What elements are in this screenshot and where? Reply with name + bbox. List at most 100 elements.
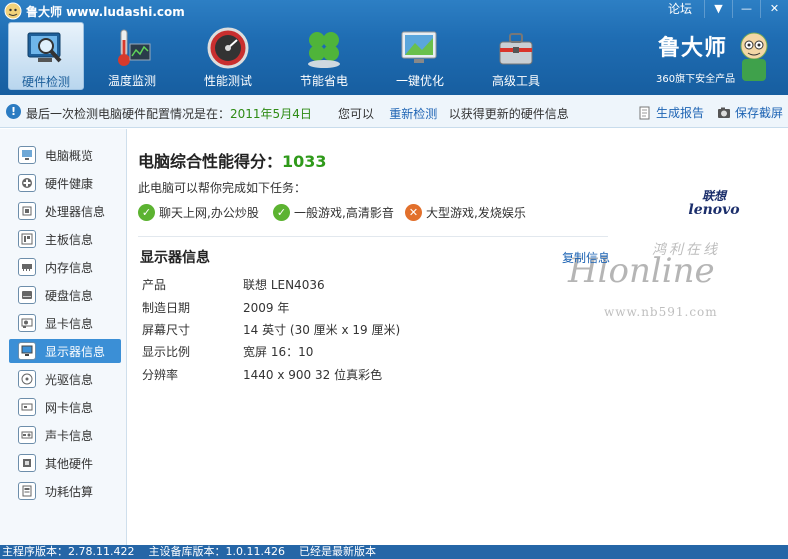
report-label: 生成报告 bbox=[656, 106, 705, 120]
vendor-logo-en: lenovo bbox=[688, 202, 740, 218]
sidebar-item-label: 显示器信息 bbox=[45, 344, 106, 359]
sidebar-item-label: 处理器信息 bbox=[45, 204, 106, 219]
sidebar-item-motherboard[interactable]: 主板信息 bbox=[9, 227, 121, 251]
speedometer-icon bbox=[207, 27, 249, 69]
main-nav-tabs: 硬件检测 温度监测 性能测试 节能省电 一键优化 高级工具 bbox=[8, 22, 564, 92]
info-row: 分辨率 1440 x 900 32 位真彩色 bbox=[142, 366, 382, 383]
toolbox-icon bbox=[499, 33, 533, 65]
tasks-caption: 此电脑可以帮你完成如下任务： bbox=[138, 181, 307, 195]
camera-icon bbox=[718, 107, 730, 118]
tab-power-saving[interactable]: 节能省电 bbox=[276, 22, 372, 90]
disk-icon bbox=[18, 286, 36, 304]
task-item: ✓ 一般游戏,高清影音 bbox=[273, 204, 394, 221]
main-panel: 电脑综合性能得分：1033 此电脑可以帮你完成如下任务： ✓ 聊天上网,办公炒股… bbox=[128, 129, 788, 545]
top-toolbar: 鲁大师 www.ludashi.com 论坛 ▼ — ✕ 硬件检测 温度监测 性… bbox=[0, 0, 788, 95]
save-screenshot-label: 保存截屏 bbox=[735, 106, 784, 120]
app-logo-icon bbox=[4, 2, 22, 20]
tab-hardware-detect[interactable]: 硬件检测 bbox=[8, 22, 84, 90]
info-icon: ! bbox=[6, 104, 21, 119]
save-screenshot-button[interactable]: 保存截屏 bbox=[717, 104, 783, 121]
check-icon: ✓ bbox=[138, 204, 155, 221]
sidebar-item-network[interactable]: 网卡信息 bbox=[9, 395, 121, 419]
db-version: 主设备库版本：1.0.11.426 bbox=[148, 545, 285, 558]
score-value: 1033 bbox=[282, 152, 327, 171]
info-key: 显示比例 bbox=[142, 345, 191, 359]
motherboard-icon bbox=[18, 230, 36, 248]
gpu-icon bbox=[18, 314, 36, 332]
info-value: 宽屏 16：10 bbox=[243, 345, 314, 359]
sidebar-item-sound[interactable]: 声卡信息 bbox=[9, 423, 121, 447]
last-detect-label: 最后一次检测电脑硬件配置情况是在： bbox=[26, 107, 231, 121]
tab-label: 温度监测 bbox=[107, 74, 156, 88]
close-button[interactable]: ✕ bbox=[760, 0, 788, 18]
report-icon bbox=[639, 106, 650, 119]
tab-label: 一键优化 bbox=[395, 74, 444, 88]
sidebar-item-cpu[interactable]: 处理器信息 bbox=[9, 199, 121, 223]
tab-temperature[interactable]: 温度监测 bbox=[84, 22, 180, 90]
sidebar-item-memory[interactable]: 内存信息 bbox=[9, 255, 121, 279]
tab-performance-test[interactable]: 性能测试 bbox=[180, 22, 276, 90]
watermark-url: www.nb591.com bbox=[604, 305, 718, 319]
check-icon: ✓ bbox=[273, 204, 290, 221]
hint-suffix: 以获得更新的硬件信息 bbox=[448, 107, 569, 121]
memory-icon bbox=[18, 258, 36, 276]
monitor-magnifier-icon bbox=[27, 32, 62, 63]
sidebar-item-label: 其他硬件 bbox=[45, 456, 94, 471]
sidebar-item-label: 网卡信息 bbox=[45, 400, 94, 415]
info-key: 制造日期 bbox=[142, 301, 191, 315]
minimize-button[interactable]: — bbox=[732, 0, 760, 18]
tab-label: 高级工具 bbox=[491, 74, 540, 88]
optimize-screen-icon bbox=[401, 31, 437, 63]
info-value: 1440 x 900 32 位真彩色 bbox=[243, 368, 383, 382]
network-card-icon bbox=[18, 398, 36, 416]
info-value: 2009 年 bbox=[243, 301, 290, 315]
tab-label: 性能测试 bbox=[203, 74, 252, 88]
sidebar-item-monitor[interactable]: 显示器信息 bbox=[9, 339, 121, 363]
info-key: 产品 bbox=[142, 278, 167, 292]
info-value: 联想 LEN4036 bbox=[243, 278, 325, 292]
sidebar-item-power[interactable]: 功耗估算 bbox=[9, 479, 121, 503]
info-value: 14 英寸 (30 厘米 x 19 厘米) bbox=[243, 323, 401, 337]
main-version: 主程序版本：2.78.11.422 bbox=[2, 545, 135, 558]
tab-label: 节能省电 bbox=[299, 74, 348, 88]
sidebar-item-label: 硬盘信息 bbox=[45, 288, 94, 303]
sidebar-item-label: 功耗估算 bbox=[45, 484, 94, 499]
info-bar: ! 最后一次检测电脑硬件配置情况是在：2011年5月4日 您可以 重新检测 以获… bbox=[0, 95, 788, 128]
tab-advanced-tools[interactable]: 高级工具 bbox=[468, 22, 564, 90]
computer-icon bbox=[18, 146, 36, 164]
forum-link[interactable]: 论坛 bbox=[668, 0, 692, 18]
sidebar-item-other[interactable]: 其他硬件 bbox=[9, 451, 121, 475]
task-label: 大型游戏,发烧娱乐 bbox=[426, 206, 526, 220]
redetect-link[interactable]: 重新检测 bbox=[389, 107, 437, 121]
menu-dropdown-button[interactable]: ▼ bbox=[704, 0, 732, 18]
copy-info-link[interactable]: 复制信息 bbox=[562, 249, 610, 266]
status-bar: 主程序版本：2.78.11.422 主设备库版本：1.0.11.426 已经是最新版… bbox=[0, 545, 788, 559]
brand-tagline: 360旗下安全产品 bbox=[656, 74, 736, 85]
thermometer-icon bbox=[118, 29, 151, 66]
info-row: 显示比例 宽屏 16：10 bbox=[142, 343, 313, 360]
sidebar-item-disk[interactable]: 硬盘信息 bbox=[9, 283, 121, 307]
sidebar-item-health[interactable]: 硬件健康 bbox=[9, 171, 121, 195]
info-row: 产品 联想 LEN4036 bbox=[142, 276, 325, 293]
window-controls: 论坛 ▼ — ✕ bbox=[668, 0, 788, 18]
divider bbox=[138, 236, 608, 237]
task-label: 聊天上网,办公炒股 bbox=[159, 206, 259, 220]
sidebar-item-label: 内存信息 bbox=[45, 260, 94, 275]
sidebar-item-overview[interactable]: 电脑概览 bbox=[9, 143, 121, 167]
sound-card-icon bbox=[18, 426, 36, 444]
title-bar: 鲁大师 www.ludashi.com 论坛 ▼ — ✕ bbox=[0, 0, 788, 22]
info-row: 屏幕尺寸 14 英寸 (30 厘米 x 19 厘米) bbox=[142, 321, 400, 338]
sidebar-item-gpu[interactable]: 显卡信息 bbox=[9, 311, 121, 335]
task-item: ✓ 聊天上网,办公炒股 bbox=[138, 204, 259, 221]
watermark: 鸿利在线 Hlonline www.nb591.com bbox=[564, 233, 788, 331]
score-label: 电脑综合性能得分： bbox=[138, 152, 283, 171]
last-detect-date: 2011年5月4日 bbox=[230, 107, 312, 121]
sidebar-item-optical[interactable]: 光驱信息 bbox=[9, 367, 121, 391]
mascot-icon bbox=[740, 32, 768, 81]
generate-report-button[interactable]: 生成报告 bbox=[638, 104, 704, 121]
sidebar-item-label: 电脑概览 bbox=[45, 148, 94, 163]
sidebar-item-label: 硬件健康 bbox=[45, 176, 94, 191]
tab-one-click-optimize[interactable]: 一键优化 bbox=[372, 22, 468, 90]
info-key: 屏幕尺寸 bbox=[142, 323, 191, 337]
power-estimate-icon bbox=[18, 482, 36, 500]
